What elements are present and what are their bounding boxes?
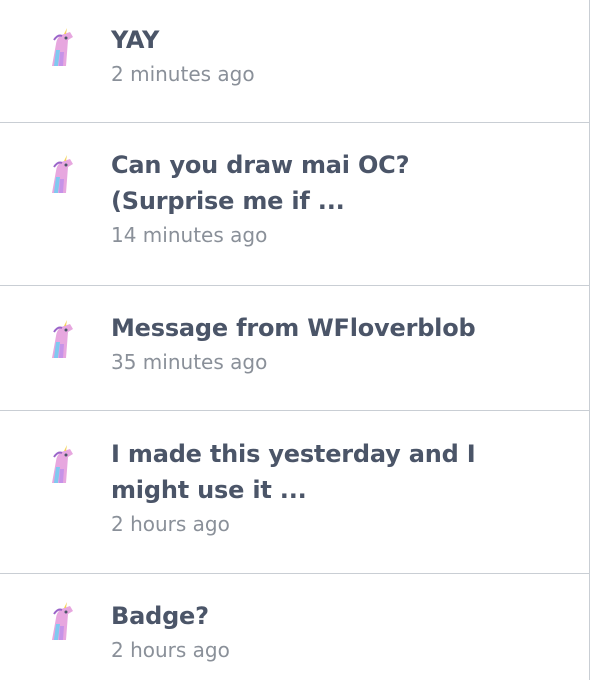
notification-item[interactable]: I made this yesterday and I might use it…: [0, 411, 589, 574]
notifications-panel: YAY 2 minutes ago Can you draw mai OC? (…: [0, 0, 590, 680]
notification-time: 2 hours ago: [111, 512, 230, 536]
notification-time: 2 hours ago: [111, 638, 230, 662]
unicorn-avatar-icon: [52, 28, 73, 66]
notification-item[interactable]: Message from WFloverblob 35 minutes ago: [0, 286, 589, 411]
notification-time: 2 minutes ago: [111, 62, 255, 86]
notification-title: Badge?: [111, 602, 209, 630]
notification-item[interactable]: Can you draw mai OC? (Surprise me if ...…: [0, 123, 589, 286]
unicorn-avatar-icon: [52, 602, 73, 640]
unicorn-avatar-icon: [52, 445, 73, 483]
notification-title: Message from WFloverblob: [111, 314, 476, 342]
notification-time: 35 minutes ago: [111, 350, 268, 374]
unicorn-avatar-icon: [52, 155, 73, 193]
notification-title: YAY: [111, 26, 160, 54]
unicorn-avatar-icon: [52, 320, 73, 358]
notification-item[interactable]: YAY 2 minutes ago: [0, 0, 589, 123]
notification-title: I made this yesterday and I might use it…: [111, 440, 476, 504]
notification-title: Can you draw mai OC? (Surprise me if ...: [111, 151, 410, 215]
notification-time: 14 minutes ago: [111, 223, 268, 247]
notification-item[interactable]: Badge? 2 hours ago: [0, 574, 589, 680]
